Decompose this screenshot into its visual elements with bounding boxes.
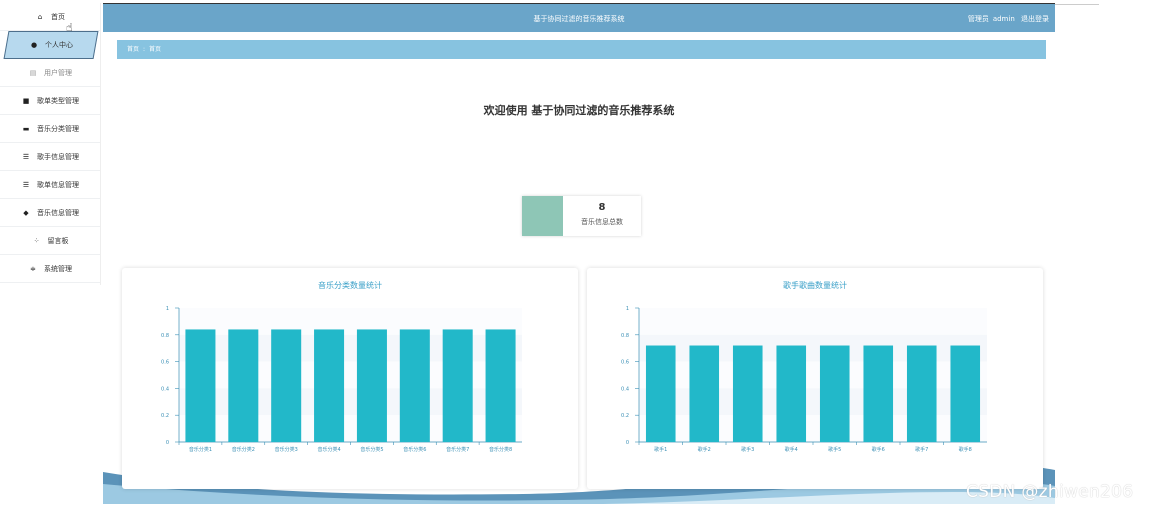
watermark: CSDN @zhiwen206 [966, 482, 1134, 502]
sidebar-item-label: 系统管理 [44, 264, 72, 273]
bar[interactable] [185, 329, 216, 442]
stat-label: 音乐信息总数 [581, 218, 623, 226]
x-tick-label: 歌手8 [959, 446, 972, 453]
y-tick-label: 0.2 [161, 413, 169, 419]
sidebar-item-playlists[interactable]: ☰ 歌单信息管理 [0, 171, 100, 199]
app-root: ⌂ 首页 ● 个人中心 ▤ 用户管理 ■ 歌单类型管理 ▬ 音乐分类管理 ☰ 歌… [0, 0, 1161, 511]
user-icon: ● [30, 41, 38, 49]
y-tick-label: 0.6 [621, 360, 629, 366]
sidebar-item-label: 歌手信息管理 [37, 152, 79, 161]
sidebar-item-label: 个人中心 [45, 41, 73, 49]
bar[interactable] [950, 345, 981, 442]
y-tick-label: 0.8 [161, 333, 169, 339]
sidebar-item-home[interactable]: ⌂ 首页 [0, 3, 100, 31]
sidebar-item-label: 音乐分类管理 [37, 124, 79, 133]
list-icon: ☰ [22, 180, 30, 189]
x-tick-label: 歌手7 [915, 446, 928, 453]
x-tick-label: 音乐分类1 [189, 446, 212, 453]
y-tick-label: 0.6 [161, 360, 169, 366]
bar[interactable] [271, 329, 302, 442]
y-tick-label: 0.4 [161, 386, 169, 392]
breadcrumb: 首页: 首页 [117, 40, 1046, 59]
x-tick-label: 音乐分类3 [275, 446, 298, 453]
disk-icon: ◆ [23, 208, 29, 217]
stat-value: 8 [598, 202, 606, 213]
bar[interactable] [645, 345, 676, 442]
app-title: 基于协同过滤的音乐推荐系统 [533, 15, 625, 23]
stat-card: 8 音乐信息总数 [522, 196, 641, 236]
grid-icon: ⁘ [33, 236, 40, 245]
grid-band [639, 308, 987, 335]
bar[interactable] [485, 329, 516, 442]
sidebar-item-music[interactable]: ◆ 音乐信息管理 [0, 199, 100, 227]
x-tick-label: 音乐分类8 [489, 446, 512, 453]
welcome-title: 欢迎使用 基于协同过滤的音乐推荐系统 [483, 104, 675, 117]
bank-icon: ▤ [29, 68, 37, 77]
x-tick-label: 音乐分类6 [403, 446, 426, 453]
bar[interactable] [356, 329, 387, 442]
x-tick-label: 歌手5 [828, 446, 841, 453]
sidebar: ⌂ 首页 ● 个人中心 ▤ 用户管理 ■ 歌单类型管理 ▬ 音乐分类管理 ☰ 歌… [0, 3, 101, 285]
x-tick-label: 歌手2 [698, 446, 711, 453]
bar[interactable] [776, 345, 807, 442]
divider [1055, 4, 1099, 5]
breadcrumb-separator: : [143, 46, 146, 53]
y-tick-label: 0.8 [621, 333, 629, 339]
sidebar-item-label: 歌单类型管理 [37, 96, 79, 105]
sidebar-item-system[interactable]: ≑ 系统管理 [0, 255, 100, 283]
chart-panel-music-categories: 音乐分类数量统计 0 0.2 0.4 0.6 0.8 1 音乐分类1 音乐分类2 音乐分类3 音乐… [122, 268, 578, 489]
x-tick-label: 音乐分类4 [317, 446, 340, 453]
bar[interactable] [314, 329, 345, 442]
user-area: 管理员 admin 退出登录 [964, 14, 1049, 24]
bar[interactable] [399, 329, 430, 442]
sidebar-item-singers[interactable]: ☰ 歌手信息管理 [0, 143, 100, 171]
chart-panel-singer-songs: 歌手歌曲数量统计 0 0.2 0.4 0.6 0.8 1 歌手1 歌手2 歌手3 歌手4 歌手5 歌手… [587, 268, 1043, 489]
sliders-icon: ≑ [30, 264, 36, 273]
breadcrumb-home[interactable]: 首页 [127, 46, 139, 53]
sidebar-item-label: 歌单信息管理 [37, 180, 79, 189]
x-tick-label: 音乐分类2 [232, 446, 255, 453]
bar[interactable] [442, 329, 473, 442]
x-tick-label: 歌手6 [872, 446, 885, 453]
y-tick-label: 0.2 [621, 413, 629, 419]
sidebar-item-label: 首页 [51, 12, 65, 21]
y-tick-label: 1 [626, 306, 629, 312]
y-tick-label: 0.4 [621, 386, 629, 392]
sidebar-item-messages[interactable]: ⁘ 留言板 [0, 227, 100, 255]
x-tick-label: 歌手4 [785, 446, 798, 453]
x-tick-label: 歌手1 [654, 446, 667, 453]
bar[interactable] [863, 345, 894, 442]
bar[interactable] [732, 345, 763, 442]
sidebar-item-profile[interactable]: ● 个人中心 [3, 31, 99, 59]
logout-link[interactable]: 退出登录 [1021, 15, 1049, 23]
x-tick-label: 歌手3 [741, 446, 754, 453]
x-tick-label: 音乐分类5 [360, 446, 383, 453]
bar-chart-music-categories: 0 0.2 0.4 0.6 0.8 1 音乐分类1 音乐分类2 音乐分类3 音乐分类4 音乐分类5 音… [161, 306, 522, 453]
breadcrumb-current: 首页 [149, 46, 162, 53]
sidebar-item-music-categories[interactable]: ▬ 音乐分类管理 [0, 115, 100, 143]
monitor-icon: ▬ [22, 124, 30, 133]
bar-chart-singer-songs: 0 0.2 0.4 0.6 0.8 1 歌手1 歌手2 歌手3 歌手4 歌手5 歌手6 歌手7 歌手8 [621, 306, 987, 453]
stat-card-swatch [522, 196, 563, 236]
book-icon: ■ [22, 96, 30, 105]
sidebar-item-label: 用户管理 [44, 68, 72, 77]
user-role: 管理员 [967, 15, 989, 23]
sidebar-item-label: 音乐信息管理 [37, 208, 79, 217]
user-name: admin [992, 15, 1015, 23]
x-tick-label: 音乐分类7 [446, 446, 469, 453]
bar[interactable] [228, 329, 259, 442]
sidebar-item-playlist-types[interactable]: ■ 歌单类型管理 [0, 87, 100, 115]
y-tick-label: 0 [626, 440, 629, 446]
bar[interactable] [819, 345, 850, 442]
y-tick-label: 0 [166, 440, 169, 446]
sidebar-item-users[interactable]: ▤ 用户管理 [0, 59, 100, 87]
hand-cursor-icon: ☝ [66, 21, 73, 34]
bar[interactable] [689, 345, 720, 442]
top-bar: 基于协同过滤的音乐推荐系统 管理员 admin 退出登录 [103, 3, 1055, 32]
sidebar-item-label: 留言板 [47, 236, 69, 245]
home-icon: ⌂ [37, 12, 43, 21]
bar[interactable] [906, 345, 937, 442]
list-icon: ☰ [22, 152, 30, 161]
y-tick-label: 1 [166, 306, 169, 312]
